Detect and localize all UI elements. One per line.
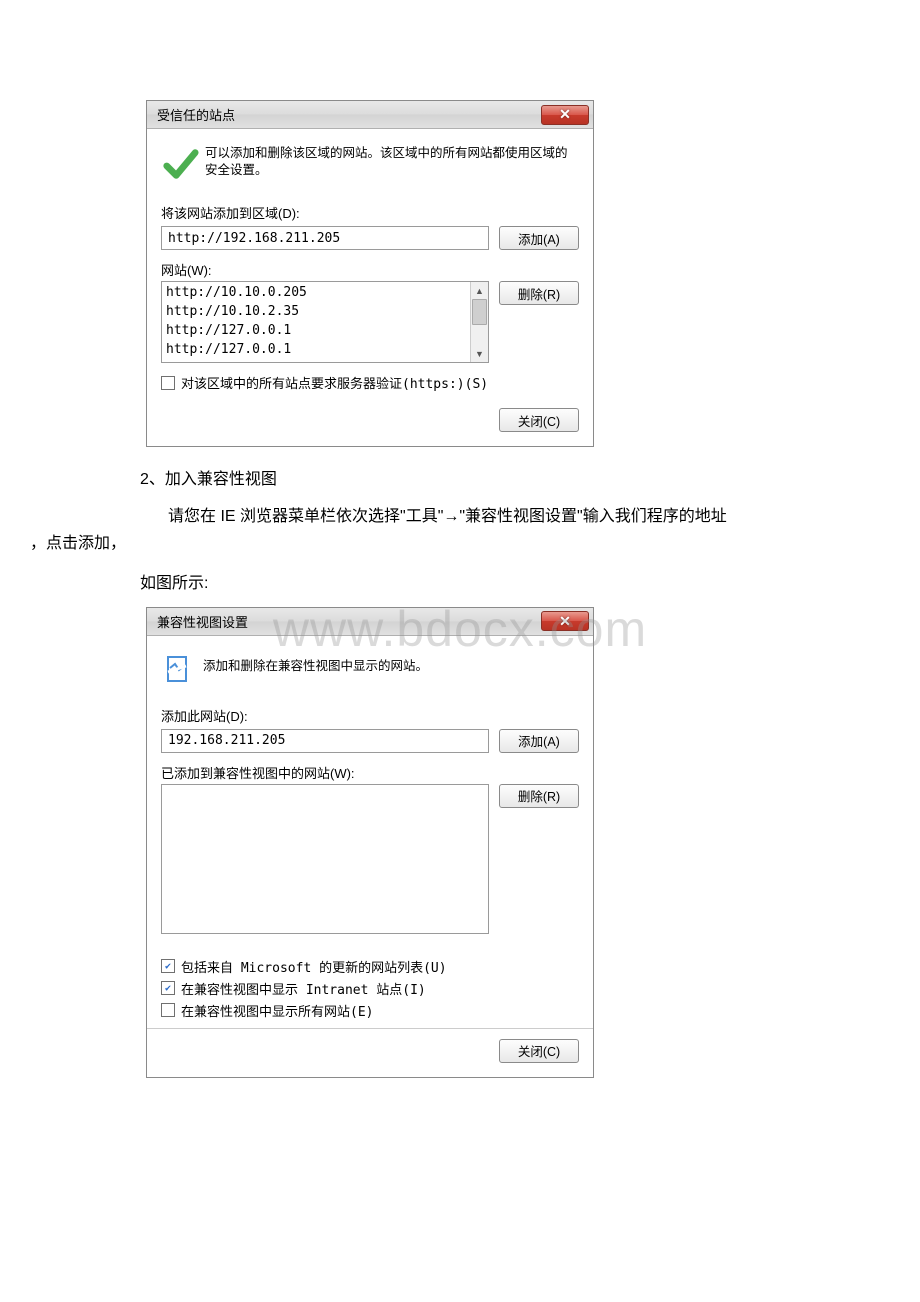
trusted-sites-dialog: 受信任的站点 ✕ 可以添加和删除该区域的网站。该区域中的所有网站都使用区域的安全… — [146, 100, 594, 447]
sites-list-row: http://10.10.0.205 http://10.10.2.35 htt… — [161, 281, 579, 363]
document-page: 受信任的站点 ✕ 可以添加和删除该区域的网站。该区域中的所有网站都使用区域的安全… — [0, 0, 920, 1138]
https-check-row[interactable]: 对该区域中的所有站点要求服务器验证(https:)(S) — [161, 373, 579, 392]
instruction-text-line1: 请您在 IE 浏览器菜单栏依次选择"工具"→"兼容性视图设置"输入我们程序的地址 — [30, 503, 890, 530]
list-item[interactable]: http://127.0.0.1 — [166, 341, 466, 360]
check-all-sites[interactable] — [161, 1003, 175, 1017]
check-ms-updates[interactable] — [161, 959, 175, 973]
list-item[interactable]: http://10.10.2.35 — [166, 303, 466, 322]
check-intranet[interactable] — [161, 981, 175, 995]
dialog-body: 添加和删除在兼容性视图中显示的网站。 添加此网站(D): 添加(A) 已添加到兼… — [147, 636, 593, 1077]
check-all-sites-row[interactable]: 在兼容性视图中显示所有网站(E) — [161, 1001, 579, 1020]
dialog-description: 添加和删除在兼容性视图中显示的网站。 — [203, 652, 428, 675]
dialog-titlebar: 受信任的站点 ✕ — [147, 101, 593, 129]
https-check-label: 对该区域中的所有站点要求服务器验证(https:)(S) — [181, 373, 488, 392]
dialog-title: 受信任的站点 — [157, 105, 235, 124]
compat-view-dialog: 兼容性视图设置 ✕ 添加和删除在兼容性视图中显示的网站。 添加此网站(D): — [146, 607, 594, 1078]
description-row: 添加和删除在兼容性视图中显示的网站。 — [161, 652, 579, 686]
close-button[interactable]: 关闭(C) — [499, 408, 579, 432]
dialog-body: 可以添加和删除该区域的网站。该区域中的所有网站都使用区域的安全设置。 将该网站添… — [147, 129, 593, 446]
check-ms-updates-row[interactable]: 包括来自 Microsoft 的更新的网站列表(U) — [161, 957, 579, 976]
add-site-label: 将该网站添加到区域(D): — [161, 203, 579, 222]
broken-page-icon — [161, 652, 195, 686]
list-item[interactable]: http://10.10.0.205 — [166, 284, 466, 303]
sites-list-items: http://10.10.0.205 http://10.10.2.35 htt… — [162, 282, 470, 362]
dialog-footer: 关闭(C) — [161, 408, 579, 432]
figure-caption: 如图所示: — [140, 571, 890, 597]
window-close-button[interactable]: ✕ — [541, 105, 589, 125]
scroll-down-icon[interactable]: ▼ — [471, 345, 488, 362]
remove-button[interactable]: 删除(R) — [499, 784, 579, 808]
window-close-button[interactable]: ✕ — [541, 611, 589, 631]
check-label: 包括来自 Microsoft 的更新的网站列表(U) — [181, 957, 447, 976]
add-button[interactable]: 添加(A) — [499, 226, 579, 250]
scroll-thumb[interactable] — [472, 299, 487, 325]
divider — [147, 1028, 593, 1029]
scroll-up-icon[interactable]: ▲ — [471, 282, 488, 299]
description-row: 可以添加和删除该区域的网站。该区域中的所有网站都使用区域的安全设置。 — [161, 145, 579, 183]
check-label: 在兼容性视图中显示 Intranet 站点(I) — [181, 979, 426, 998]
sites-list-label: 网站(W): — [161, 260, 579, 279]
compat-list-label: 已添加到兼容性视图中的网站(W): — [161, 763, 579, 782]
add-site-row: 添加(A) — [161, 729, 579, 753]
checkmark-icon — [161, 145, 199, 183]
add-site-input[interactable] — [161, 226, 489, 250]
compat-list-items — [162, 785, 488, 933]
compat-list-row: 删除(R) — [161, 784, 579, 934]
https-checkbox[interactable] — [161, 376, 175, 390]
scrollbar[interactable]: ▲ ▼ — [470, 282, 488, 362]
add-button[interactable]: 添加(A) — [499, 729, 579, 753]
close-icon: ✕ — [559, 613, 571, 630]
add-site-row: 添加(A) — [161, 226, 579, 250]
add-site-input[interactable] — [161, 729, 489, 753]
compat-listbox[interactable] — [161, 784, 489, 934]
dialog-description: 可以添加和删除该区域的网站。该区域中的所有网站都使用区域的安全设置。 — [205, 145, 579, 179]
add-site-label: 添加此网站(D): — [161, 706, 579, 725]
check-label: 在兼容性视图中显示所有网站(E) — [181, 1001, 373, 1020]
dialog-title: 兼容性视图设置 — [157, 612, 248, 631]
instruction-text-line2: ，点击添加， — [30, 530, 890, 557]
sites-listbox[interactable]: http://10.10.0.205 http://10.10.2.35 htt… — [161, 281, 489, 363]
dialog-titlebar: 兼容性视图设置 ✕ — [147, 608, 593, 636]
remove-button[interactable]: 删除(R) — [499, 281, 579, 305]
close-button[interactable]: 关闭(C) — [499, 1039, 579, 1063]
check-intranet-row[interactable]: 在兼容性视图中显示 Intranet 站点(I) — [161, 979, 579, 998]
step-2-heading: 2、加入兼容性视图 — [140, 467, 890, 493]
list-item[interactable]: http://127.0.0.1 — [166, 322, 466, 341]
close-icon: ✕ — [559, 106, 571, 123]
scroll-track[interactable] — [471, 325, 488, 345]
dialog-footer: 关闭(C) — [161, 1039, 579, 1063]
